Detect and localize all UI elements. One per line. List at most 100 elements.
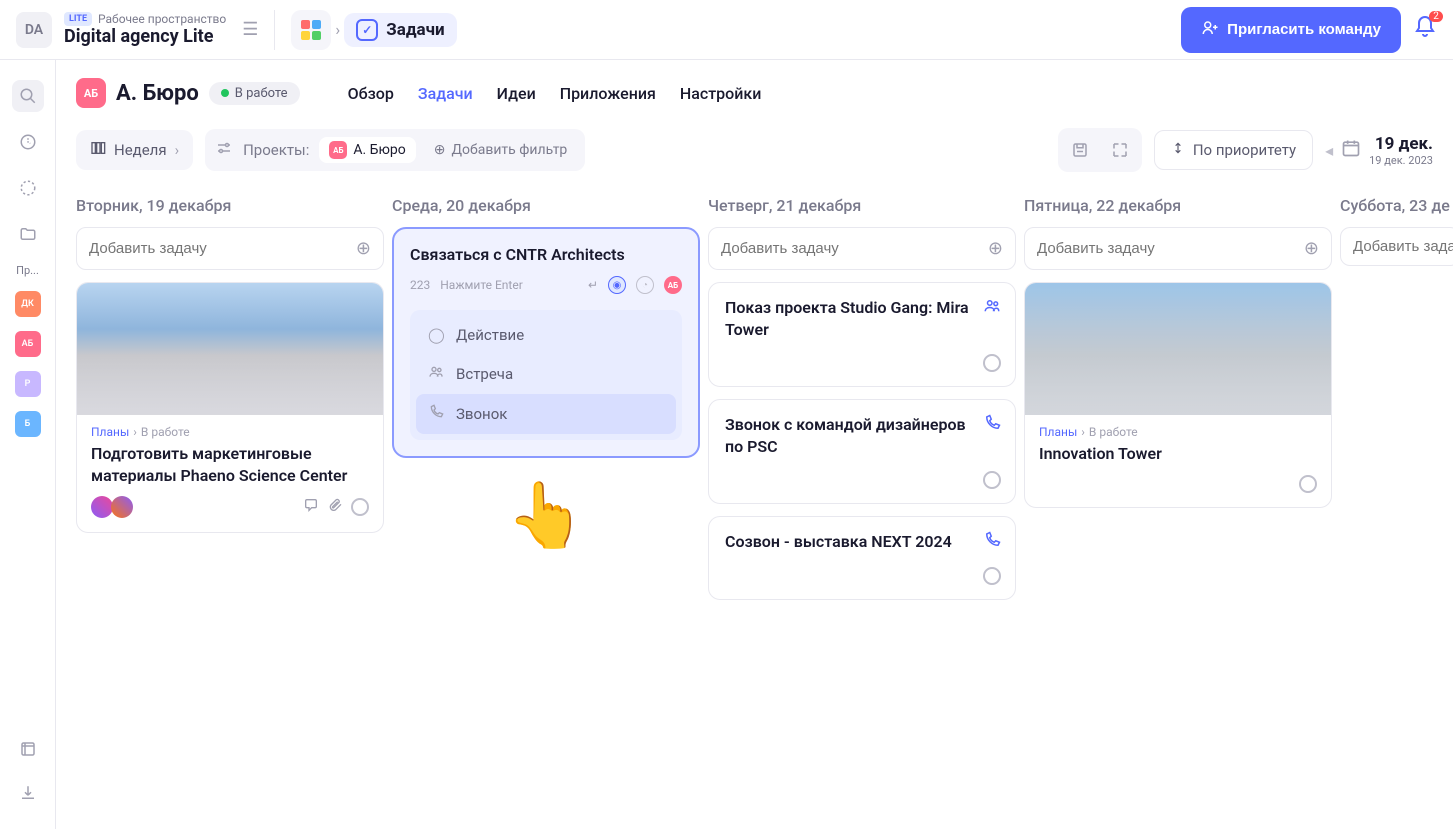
sort-label: По приоритету (1193, 141, 1296, 159)
task-title: Созвон - выставка NEXT 2024 (725, 531, 999, 553)
assignee-avatar[interactable] (91, 496, 113, 518)
type-icon[interactable]: ◉ (608, 276, 626, 294)
status-circle[interactable] (1299, 475, 1317, 493)
plus-icon[interactable]: ⊕ (988, 238, 1003, 259)
sidebar-project-2[interactable]: АБ (15, 331, 41, 357)
project-status-badge[interactable]: В работе (209, 82, 300, 105)
tab-ideas[interactable]: Идеи (497, 84, 536, 103)
add-task-row[interactable]: ⊕ (708, 227, 1016, 270)
circle-icon: ◯ (428, 326, 446, 344)
lite-badge: LITE (64, 12, 92, 26)
prev-arrow-icon[interactable]: ◂ (1325, 141, 1333, 160)
search-icon[interactable] (12, 80, 44, 112)
folder-icon[interactable] (12, 218, 44, 250)
tab-apps[interactable]: Приложения (560, 84, 656, 103)
action-label: Звонок (456, 405, 507, 423)
add-task-input[interactable] (721, 240, 988, 257)
crumb-plan: Планы (1039, 425, 1077, 439)
menu-icon[interactable]: ☰ (242, 19, 258, 40)
sidebar-project-3[interactable]: Р (15, 371, 41, 397)
calendar-icon[interactable] (1341, 138, 1361, 162)
task-card[interactable]: Планы›В работе Innovation Tower (1024, 282, 1332, 508)
left-sidebar: Пр... ДК АБ Р Б (0, 60, 56, 829)
tab-settings[interactable]: Настройки (680, 84, 761, 103)
task-type-menu: ◯ Действие Встреча (410, 310, 682, 440)
phone-icon (983, 531, 1001, 553)
column-header: Пятница, 22 декабря (1024, 196, 1332, 215)
save-view-icon[interactable] (1062, 132, 1098, 168)
plus-icon[interactable]: ⊕ (356, 238, 371, 259)
column-header: Четверг, 21 декабря (708, 196, 1016, 215)
circle-icon[interactable] (12, 172, 44, 204)
column-saturday: Суббота, 23 де (1340, 196, 1453, 612)
apps-grid-icon (301, 20, 321, 40)
sidebar-project-4[interactable]: Б (15, 411, 41, 437)
expand-icon[interactable] (1102, 132, 1138, 168)
add-filter-button[interactable]: ⊕ Добавить фильтр (426, 138, 576, 162)
tasks-nav-chip[interactable]: ✓ Задачи (344, 13, 456, 47)
plus-icon[interactable]: ⊕ (1304, 238, 1319, 259)
action-label: Действие (456, 326, 524, 344)
separator (274, 10, 275, 50)
filter-project-name: А. Бюро (353, 142, 405, 158)
card-title: Подготовить маркетинговые материалы Phae… (91, 443, 369, 486)
assignee-avatar[interactable] (111, 496, 133, 518)
people-icon (428, 364, 446, 384)
task-card[interactable]: Показ проекта Studio Gang: Mira Tower (708, 282, 1016, 387)
card-breadcrumb[interactable]: Планы›В работе (1039, 425, 1317, 439)
add-task-row[interactable] (1340, 227, 1453, 266)
pointer-emoji: 👆 (392, 478, 700, 553)
apps-nav-chip[interactable] (291, 10, 331, 50)
add-filter-label: Добавить фильтр (451, 142, 567, 158)
tab-overview[interactable]: Обзор (348, 84, 394, 103)
sort-selector[interactable]: По приоритету (1154, 130, 1313, 170)
date-sub: 19 дек. 2023 (1369, 154, 1433, 167)
phone-icon (428, 404, 446, 424)
comments-icon[interactable] (303, 497, 319, 517)
add-task-row[interactable]: ⊕ (1024, 227, 1332, 270)
people-icon (983, 297, 1001, 319)
action-type-action[interactable]: ◯ Действие (416, 316, 676, 354)
enter-hint: Нажмите Enter (440, 278, 578, 292)
add-task-input[interactable] (1037, 240, 1304, 257)
card-breadcrumb[interactable]: Планы›В работе (91, 425, 369, 439)
action-label: Встреча (456, 365, 513, 383)
task-card[interactable]: Звонок с командой дизайнеров по PSC (708, 399, 1016, 504)
column-header: Вторник, 19 декабря (76, 196, 384, 215)
download-icon[interactable] (12, 777, 44, 809)
notifications-button[interactable]: 2 (1413, 15, 1437, 45)
action-type-call[interactable]: Звонок (416, 394, 676, 434)
status-circle[interactable] (983, 567, 1001, 585)
workspace-avatar: DA (16, 12, 52, 48)
active-task-card[interactable]: Связаться с CNTR Architects 223 Нажмите … (392, 227, 700, 458)
columns-icon (90, 140, 106, 160)
view-selector[interactable]: Неделя › (76, 130, 193, 170)
clock-icon[interactable]: ◔ (636, 276, 654, 294)
workspace-block[interactable]: DA LITE Рабочее пространство Digital age… (16, 12, 226, 48)
status-dot-icon (221, 89, 229, 97)
task-card[interactable]: Планы›В работе Подготовить маркетинговые… (76, 282, 384, 533)
add-task-input[interactable] (1353, 238, 1453, 255)
action-type-meeting[interactable]: Встреча (416, 354, 676, 394)
status-circle[interactable] (351, 498, 369, 516)
layers-icon[interactable] (12, 733, 44, 765)
sliders-icon[interactable] (215, 139, 233, 161)
project-filter-chip[interactable]: АБ А. Бюро (319, 137, 415, 163)
active-task-title[interactable]: Связаться с CNTR Architects (410, 245, 682, 264)
assignee-avatar[interactable]: АБ (664, 276, 682, 294)
column-tuesday: Вторник, 19 декабря ⊕ Планы›В работе Под… (76, 196, 384, 612)
date-display: 19 дек. 19 дек. 2023 (1369, 134, 1433, 167)
sidebar-project-1[interactable]: ДК (15, 291, 41, 317)
tab-tasks[interactable]: Задачи (418, 84, 473, 103)
add-task-row[interactable]: ⊕ (76, 227, 384, 270)
chevron-right-icon: › (335, 20, 340, 39)
invite-button[interactable]: Пригласить команду (1181, 7, 1401, 53)
project-tabs: Обзор Задачи Идеи Приложения Настройки (348, 84, 762, 103)
card-image (77, 283, 383, 415)
attachment-icon[interactable] (327, 497, 343, 517)
add-task-input[interactable] (89, 240, 356, 257)
toolbar: Неделя › Проекты: АБ А. Бюро ⊕ Добавить … (76, 128, 1453, 172)
project-name: А. Бюро (116, 81, 199, 106)
time-icon[interactable] (12, 126, 44, 158)
task-card[interactable]: Созвон - выставка NEXT 2024 (708, 516, 1016, 600)
